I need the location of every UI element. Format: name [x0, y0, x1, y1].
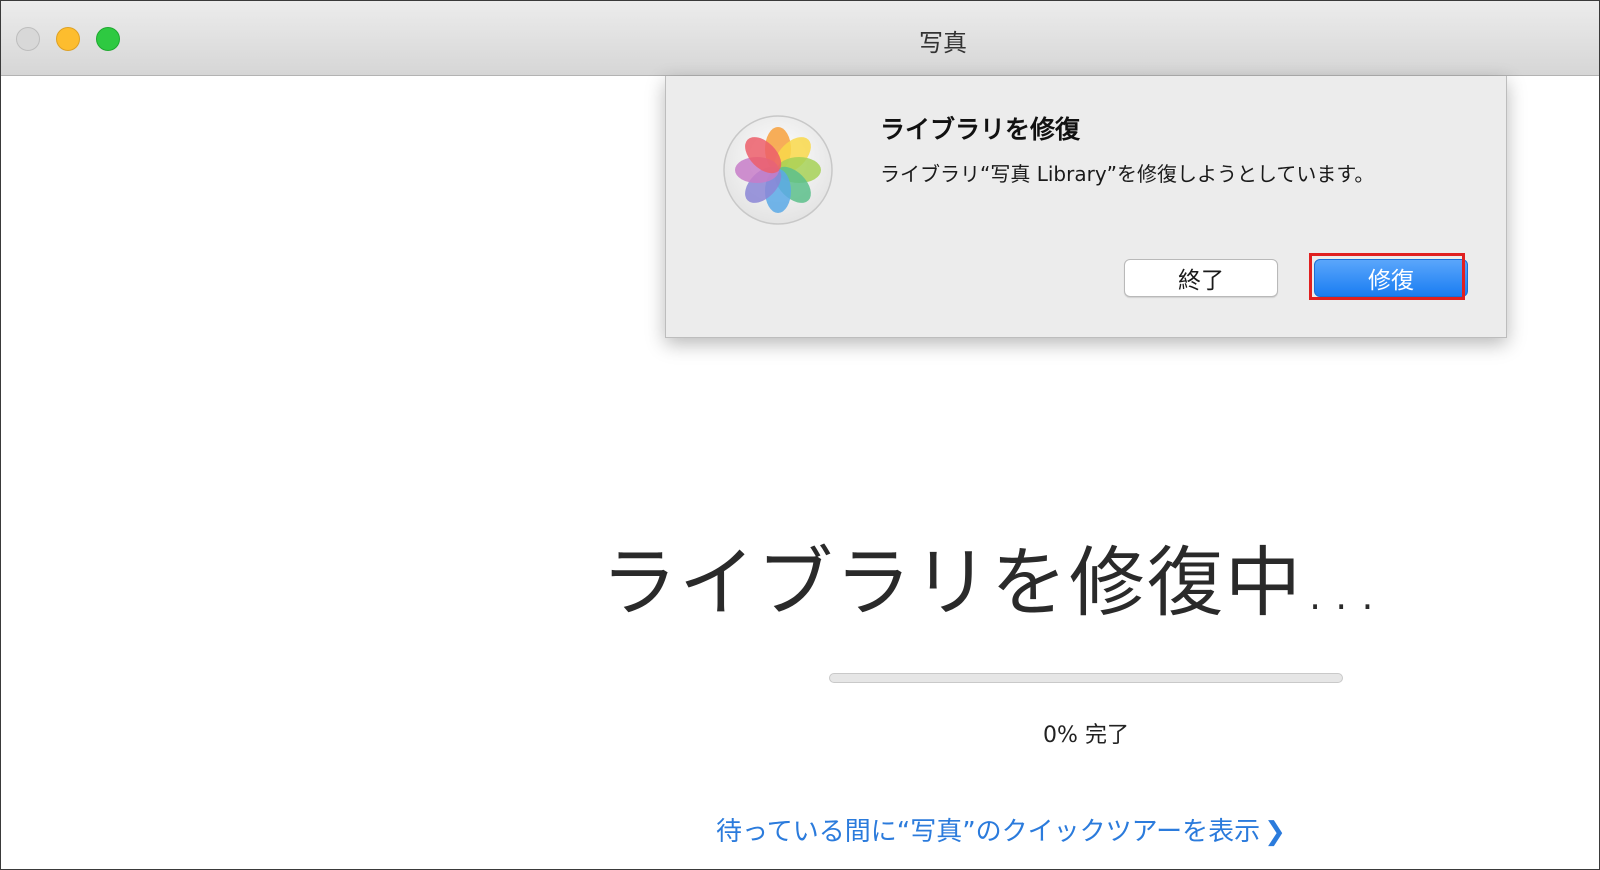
quick-tour-link[interactable]: 待っている間に“写真”のクイックツアーを表示 ❯ — [601, 811, 1401, 848]
progress-text: 0% 完了 — [1043, 723, 1129, 748]
window-title: 写真 — [919, 29, 967, 57]
quick-tour-link-label: 待っている間に“写真”のクイックツアーを表示 — [716, 817, 1261, 847]
repair-button[interactable]: 修復 — [1314, 259, 1468, 297]
photos-app-icon — [723, 115, 833, 225]
sheet-title: ライブラリを修復 — [880, 115, 1081, 144]
title-bar: 写真 — [1, 1, 1599, 76]
sheet-message: ライブラリ“写真 Library”を修復しようとしています。 — [880, 162, 1375, 186]
chevron-right-icon: ❯ — [1264, 817, 1286, 847]
quit-button[interactable]: 終了 — [1124, 259, 1278, 297]
repair-library-sheet: ライブラリを修復 ライブラリ“写真 Library”を修復しようとしています。 … — [665, 76, 1507, 338]
photos-window: 写真 ライブラリを修復中... 0% 完了 待っている間に“写真”のクイックツア… — [0, 0, 1600, 870]
progress-bar — [829, 673, 1343, 683]
repairing-heading: ライブラリを修復中... — [601, 538, 1382, 627]
